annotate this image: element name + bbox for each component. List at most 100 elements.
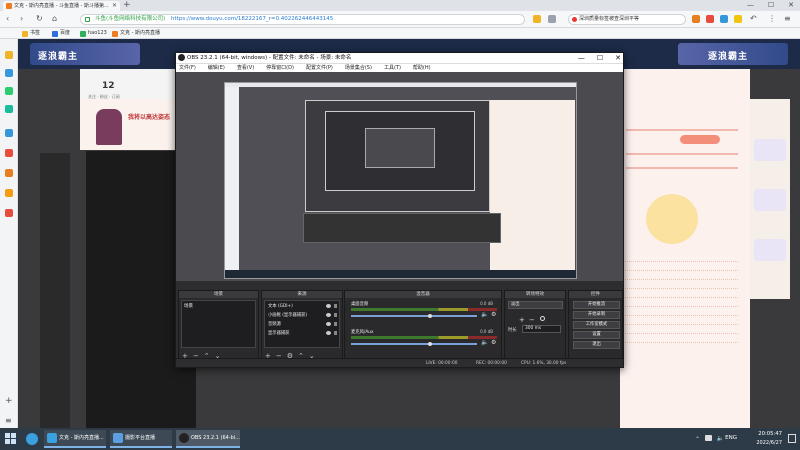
extension-icon[interactable] (548, 15, 556, 23)
forward-icon[interactable]: › (20, 14, 23, 24)
tray-chevron-icon[interactable]: ⌃ (695, 436, 700, 443)
shield-icon[interactable] (706, 15, 714, 23)
settings-button[interactable]: 设置 (573, 331, 620, 339)
remove-transition-icon[interactable]: − (529, 316, 535, 324)
add-icon[interactable]: + (5, 396, 13, 406)
url-input[interactable]: 斗鱼(斗鱼网络科技有限公司) https://www.douyu.com/182… (80, 14, 525, 25)
menu-view[interactable]: 查看(V) (237, 64, 254, 72)
lock-icon[interactable] (334, 322, 337, 326)
puzzle-icon[interactable] (720, 15, 728, 23)
input-language[interactable]: ENG (725, 435, 737, 441)
back-icon[interactable]: ‹ (6, 14, 9, 24)
windows-start-icon[interactable] (5, 433, 16, 444)
visibility-eye-icon[interactable] (326, 304, 331, 308)
tab-close-icon[interactable]: ✕ (112, 1, 117, 11)
obs-minimize-icon[interactable]: — (578, 53, 585, 63)
speaker-icon[interactable]: 🔈 (481, 339, 488, 346)
menu-icon[interactable]: ≡ (784, 14, 791, 24)
favorites-icon[interactable] (5, 51, 13, 59)
menu-edit[interactable]: 编辑(E) (208, 64, 225, 72)
network-icon[interactable] (705, 435, 712, 441)
more-icon[interactable]: ⋮ (768, 14, 776, 24)
activity-card[interactable] (754, 239, 786, 261)
lock-icon[interactable] (334, 304, 337, 308)
menu-tools[interactable]: 工具(T) (384, 64, 401, 72)
clock-time[interactable]: 20:05:47 (742, 431, 782, 437)
mixer-gear-icon[interactable]: ⚙ (491, 339, 496, 346)
clock-date[interactable]: 2022/6/27 (742, 440, 782, 446)
transition-gear-icon[interactable] (540, 316, 545, 321)
obs-close-icon[interactable]: ✕ (615, 53, 621, 63)
source-item[interactable]: 小画框 (显示器捕获) (268, 312, 307, 318)
menu-profile[interactable]: 配置文件(P) (306, 64, 333, 72)
bookmark-item[interactable]: 百度 (52, 28, 70, 39)
obs-preview[interactable] (224, 82, 577, 279)
menu-file[interactable]: 文件(F) (179, 64, 196, 72)
studio-mode-button[interactable]: 工作室模式 (573, 321, 620, 329)
home-icon[interactable]: ⌂ (52, 14, 57, 24)
volume-meter (351, 336, 497, 339)
start-streaming-button[interactable]: 开始推流 (573, 301, 620, 309)
volume-slider[interactable] (351, 315, 477, 317)
scene-item[interactable]: 场景 (184, 303, 193, 309)
search-input[interactable]: 深圳质量标签被查深圳平等 (568, 14, 686, 25)
menu-scene-collection[interactable]: 场景集合(S) (345, 64, 372, 72)
source-item[interactable]: 文本 (GDI+) (268, 303, 293, 309)
bookmark-item[interactable]: 文克 - 斯内亮直播 (112, 28, 160, 39)
bookmark-star-icon[interactable] (533, 15, 541, 23)
mail-icon[interactable] (5, 129, 13, 137)
minimize-icon[interactable]: — (747, 0, 754, 11)
chat-icon[interactable] (5, 105, 13, 113)
volume-slider-knob[interactable] (428, 314, 433, 318)
activity-card[interactable] (754, 139, 786, 161)
game-icon[interactable] (692, 15, 700, 23)
sidebar-menu-icon[interactable]: ≡ (5, 416, 12, 425)
source-item[interactable]: 音频源 (268, 321, 281, 327)
duration-input[interactable]: 300 ms (522, 325, 561, 333)
edge-browser-icon[interactable] (26, 433, 38, 445)
menu-help[interactable]: 帮助(H) (413, 64, 431, 72)
chat-message (623, 334, 738, 343)
visibility-eye-icon[interactable] (326, 331, 331, 335)
visibility-eye-icon[interactable] (326, 313, 331, 317)
taskbar-app-streaming[interactable]: 摄影平台直播 (110, 430, 172, 448)
chat-tab-pill[interactable] (680, 135, 720, 144)
visibility-eye-icon[interactable] (326, 322, 331, 326)
start-recording-button[interactable]: 开始录制 (573, 311, 620, 319)
lock-icon[interactable] (334, 331, 337, 335)
banner-right[interactable]: 逐浪霸主 (678, 43, 788, 65)
speaker-icon[interactable]: 🔈 (481, 311, 488, 318)
taskbar-app-obs[interactable]: OBS 23.2.1 (64-bi... (176, 430, 240, 448)
new-tab-button[interactable]: + (123, 0, 131, 11)
obs-maximize-icon[interactable]: ☐ (597, 53, 603, 63)
video-icon[interactable] (5, 149, 13, 157)
activity-card[interactable] (754, 189, 786, 211)
mixer-gear-icon[interactable]: ⚙ (491, 311, 496, 318)
source-item[interactable]: 显示器捕获 (268, 330, 289, 336)
menu-docks[interactable]: 停靠窗口(D) (266, 64, 294, 72)
game-icon[interactable] (5, 169, 13, 177)
close-icon[interactable]: ✕ (788, 0, 794, 11)
banner-left[interactable]: 逐浪霸主 (30, 43, 140, 65)
download-icon[interactable] (734, 15, 742, 23)
bookmark-item[interactable]: 书签 (22, 28, 40, 39)
browser-tab-active[interactable]: 文克 - 斯内亮直播 - 斗鱼直播 - 斯斗播第... ✕ (3, 1, 120, 11)
volume-slider[interactable] (351, 343, 477, 345)
add-transition-icon[interactable]: + (519, 316, 525, 324)
history-icon[interactable] (5, 69, 13, 77)
weibo-icon[interactable] (5, 209, 13, 217)
undo-icon[interactable]: ↶ (750, 14, 757, 24)
shop-icon[interactable] (5, 189, 13, 197)
bookmark-item[interactable]: hao123 (80, 28, 107, 39)
exit-button[interactable]: 退出 (573, 341, 620, 349)
notification-icon[interactable] (788, 434, 796, 443)
volume-icon[interactable]: 🔈 (717, 435, 724, 442)
volume-slider-knob[interactable] (428, 342, 433, 346)
taskbar-app-browser[interactable]: 文克 - 斯内亮直播... (44, 430, 106, 448)
transition-select[interactable]: 淡出 (508, 301, 563, 309)
lock-icon[interactable] (334, 313, 337, 317)
maximize-icon[interactable]: ☐ (768, 0, 774, 11)
refresh-icon[interactable]: ↻ (36, 14, 43, 24)
wechat-icon[interactable] (5, 87, 13, 95)
system-tray: ⌃ 🔈 ENG 20:05:47 2022/6/27 (680, 428, 800, 450)
